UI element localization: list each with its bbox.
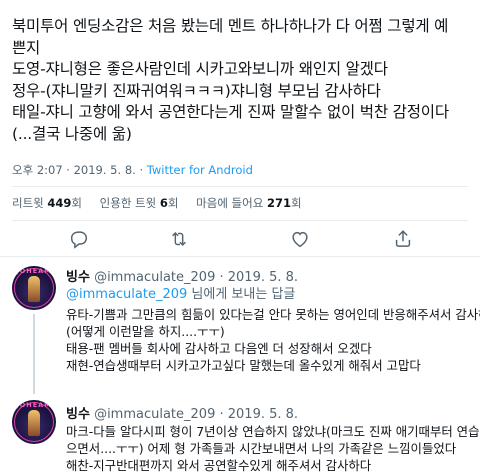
quotes-count: 6 [159,196,168,210]
tweet-meta: 오후 2:07 · 2019. 5. 8. · Twitter for Andr… [12,162,253,178]
retweets-count: 449 [47,196,72,210]
quotes-unit: 회 [167,196,179,210]
reply-tweet[interactable]: JOHEAM 빙수 @immaculate_209 · 2019. 5. 8. … [0,256,480,396]
tweet-stats: 리트윗 449회 인용한 트윗 6회 마음에 들어요 271회 [12,195,302,211]
reply-header: 빙수 @immaculate_209 · 2019. 5. 8. [66,403,298,422]
like-icon[interactable] [289,228,311,250]
quotes-label: 인용한 트윗 [99,196,157,210]
reply-text: 마크-다들 알다시피 형이 7년이상 연습하지 않았냐(마크도 진짜 애기때부터… [66,423,480,474]
thread-line [33,314,35,394]
reply-author-name[interactable]: 빙수 [66,407,90,422]
reply-line: 유타-기쁨과 그만큼의 힘듦이 있다는걸 안다 못하는 영어인데 반응해주셔서 … [66,307,480,322]
tweet-text: 북미투어 엔딩소감은 처음 봤는데 멘트 하나하나가 다 어쩜 그렇게 예 쁜지… [12,16,472,145]
likes-unit: 회 [290,196,302,210]
reply-icon[interactable] [68,228,90,250]
avatar-figure [28,276,40,302]
reply-tweet[interactable]: JOHEAM 빙수 @immaculate_209 · 2019. 5. 8. … [0,396,480,475]
tweet-detail: 북미투어 엔딩소감은 처음 봤는데 멘트 하나하나가 다 어쩜 그렇게 예 쁜지… [0,0,480,475]
replying-to-mention[interactable]: @immaculate_209 [66,287,187,302]
avatar-logo-text: JOHEAM [16,401,52,409]
replying-to: @immaculate_209 님에게 보내는 답글 [66,283,295,302]
retweet-icon[interactable] [168,228,190,250]
reply-line: 으면서....ㅜㅜ) 어제 형 가족들과 시간보내면서 나의 가족같은 느낌이들… [66,441,457,456]
tweet-client-link[interactable]: Twitter for Android [147,163,253,177]
avatar-figure [28,410,40,436]
reply-line: 재현-연습생때부터 시카고가고싶다 말했는데 올수있게 해줘서 고맙다 [66,358,421,373]
meta-separator: · [219,407,228,422]
tweet-line: 북미투어 엔딩소감은 처음 봤는데 멘트 하나하나가 다 어쩜 그렇게 예 [12,17,449,35]
reply-line: (어떻게 이런말을 하지....ㅜㅜ) [66,324,225,339]
tweet-actions [0,224,480,254]
divider [12,186,468,187]
retweets-label: 리트윗 [12,196,44,210]
avatar-logo-text: JOHEAM [16,267,52,275]
reply-line: 마크-다들 알다시피 형이 7년이상 연습하지 않았냐(마크도 진짜 애기때부터… [66,424,480,439]
tweet-time[interactable]: 오후 2:07 [12,163,63,177]
reply-line: 태용-팬 멤버들 회사에 감사하고 다음엔 더 성장해서 오겠다 [66,341,372,356]
reply-date[interactable]: 2019. 5. 8. [228,407,298,422]
quotes-stat[interactable]: 인용한 트윗 6회 [100,196,179,210]
likes-label: 마음에 들어요 [196,196,264,210]
avatar[interactable]: JOHEAM [12,400,56,444]
meta-separator: · [139,163,147,177]
replying-to-suffix: 님에게 보내는 답글 [187,287,296,302]
retweets-unit: 회 [71,196,83,210]
avatar[interactable]: JOHEAM [12,266,56,310]
divider [12,220,468,221]
likes-stat[interactable]: 마음에 들어요 271회 [196,196,301,210]
tweet-line: 도영-쟈니형은 좋은사람인데 시카고와보니까 왜인지 알겠다 [12,60,388,78]
reply-line: 해찬-지구반대편까지 와서 공연할수있게 해주셔서 감사하다 [66,458,372,473]
tweet-line: 정우-(쟈니말키 진짜귀여워ㅋㅋㅋ)쟈니형 부모님 감사하다 [12,81,381,100]
retweets-stat[interactable]: 리트윗 449회 [12,196,82,210]
tweet-date[interactable]: 2019. 5. 8. [74,163,136,177]
tweet-line: (...결국 나중에 욺) [12,124,132,143]
share-icon[interactable] [392,228,414,250]
reply-text: 유타-기쁨과 그만큼의 힘듦이 있다는걸 안다 못하는 영어인데 반응해주셔서 … [66,306,480,374]
tweet-line: 쁜지 [12,38,41,57]
likes-count: 271 [266,196,291,210]
tweet-line: 태일-쟈니 고향에 와서 공연한다는게 진짜 말할수 없이 벅찬 감정이다 [12,103,449,121]
reply-author-handle[interactable]: @immaculate_209 [94,407,215,422]
meta-separator: · [66,163,74,177]
